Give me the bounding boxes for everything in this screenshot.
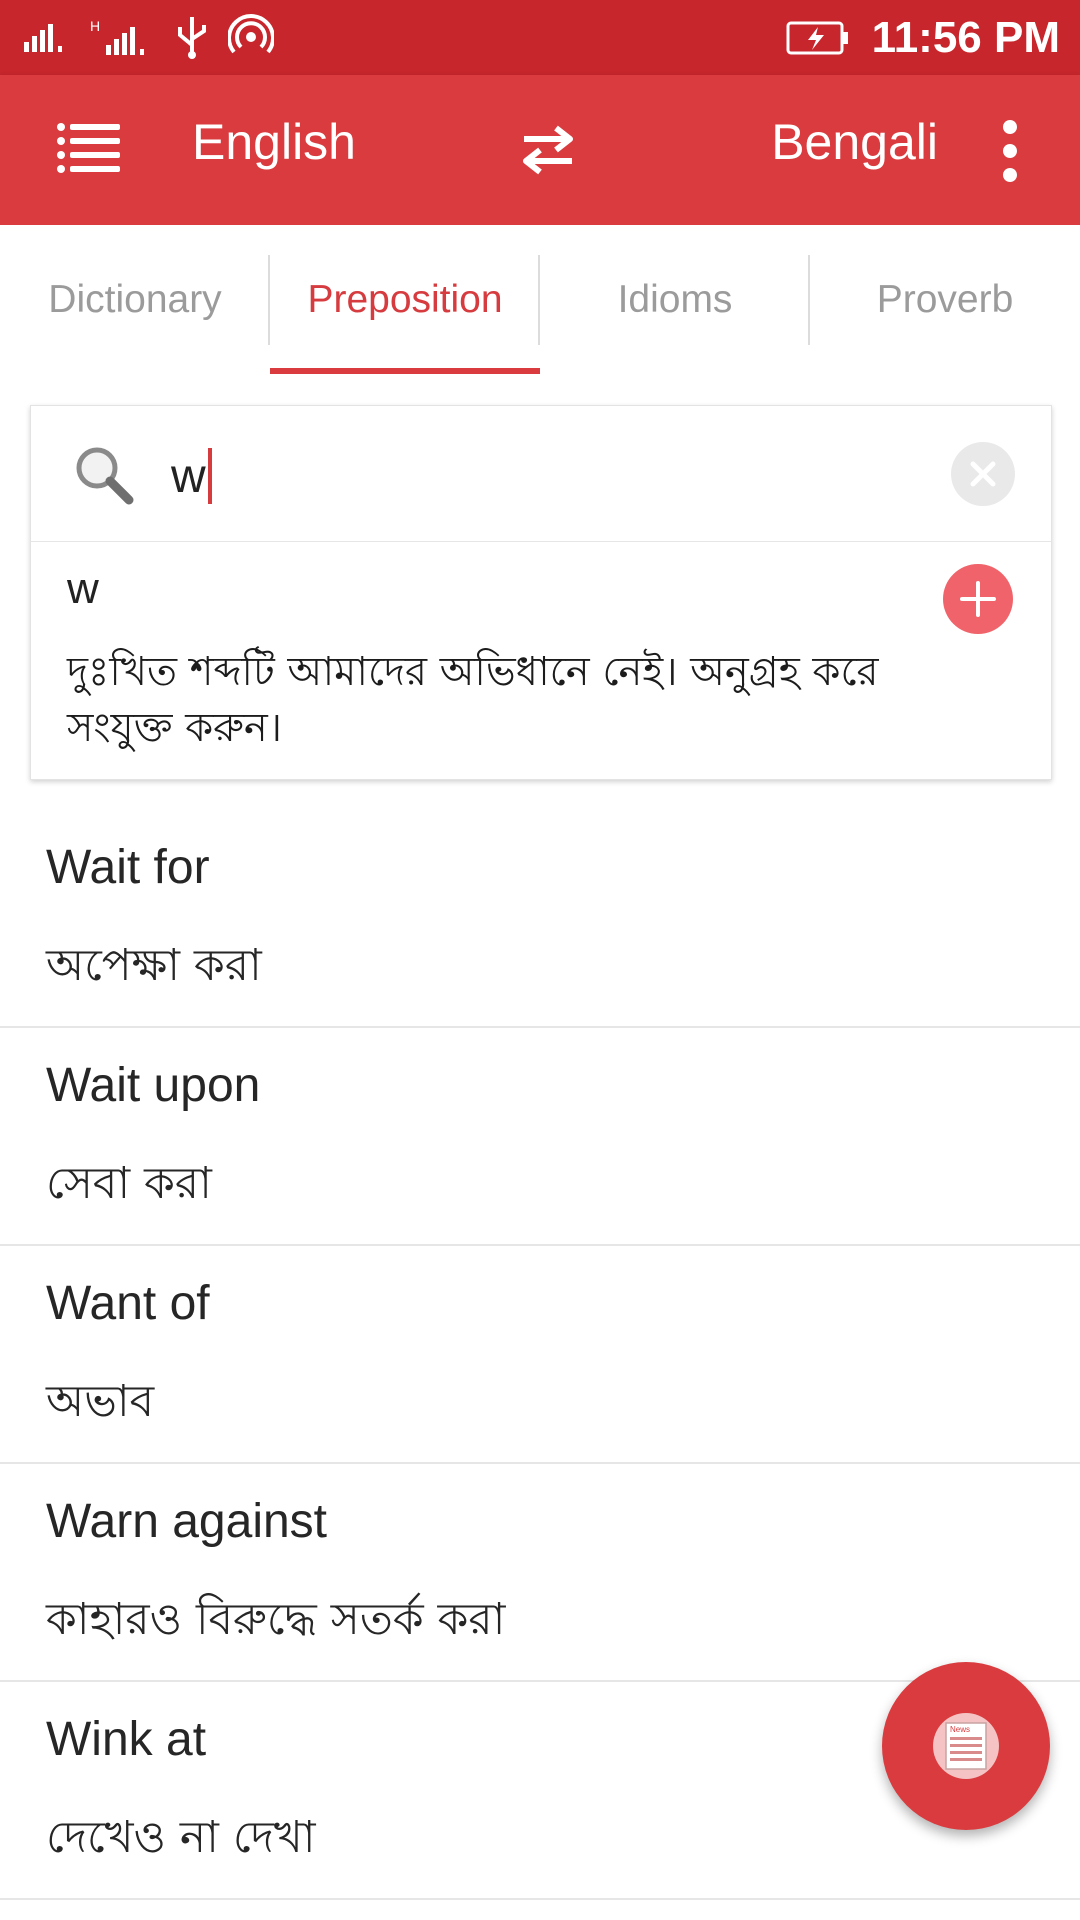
search-icon (76, 447, 134, 505)
item-title: Wait for (46, 841, 210, 894)
source-language[interactable]: English (192, 113, 356, 171)
status-bar-left: H (22, 14, 274, 60)
news-fab-button[interactable]: News (882, 1662, 1050, 1830)
search-bar: w (31, 406, 1051, 542)
hotspot-icon (228, 14, 274, 54)
add-word-button[interactable] (943, 564, 1013, 634)
item-title: Wink at (46, 1713, 207, 1766)
item-title: Warn against (46, 1495, 328, 1548)
item-title: Want of (46, 1277, 210, 1330)
item-meaning: দেখেও না দেখা (46, 1812, 316, 1863)
signal-2-icon: H (90, 18, 144, 55)
plus-icon (960, 581, 996, 617)
more-vert-icon (1003, 120, 1017, 182)
item-meaning: অভাব (46, 1376, 155, 1427)
swap-icon (523, 125, 573, 175)
tab-bar: Dictionary Preposition Idioms Proverb (0, 225, 1080, 375)
signal-1-icon (24, 24, 62, 52)
list-item[interactable]: Want of অভাব (0, 1246, 1080, 1464)
news-icon-badge: News (933, 1713, 999, 1779)
list-item[interactable]: Warn against কাহারও বিরুদ্ধে সতর্ক করা (0, 1464, 1080, 1682)
svg-text:H: H (90, 18, 100, 34)
news-icon-text: News (950, 1725, 970, 1734)
status-bar-right: 11:56 PM (786, 10, 1060, 66)
search-input[interactable]: w (171, 446, 771, 506)
item-title: Wait upon (46, 1059, 261, 1112)
tab-dictionary[interactable]: Dictionary (0, 225, 270, 375)
list-item[interactable]: Wait upon সেবা করা (0, 1028, 1080, 1246)
more-options-button[interactable] (990, 119, 1030, 183)
menu-icon (57, 123, 120, 173)
list-item[interactable]: Wait for অপেক্ষা করা (0, 810, 1080, 1028)
item-meaning: কাহারও বিরুদ্ধে সতর্ক করা (46, 1594, 506, 1645)
clear-search-button[interactable] (951, 442, 1015, 506)
search-card: w w দুঃখিত শব্দটি আমাদের অভিধানে নেই। অন… (30, 405, 1052, 780)
active-tab-indicator (270, 368, 540, 374)
swap-languages-button[interactable] (520, 123, 576, 177)
close-icon (970, 461, 996, 487)
battery-charging-icon (786, 21, 848, 55)
status-bar: H 11:56 PM (0, 0, 1080, 75)
tab-idioms[interactable]: Idioms (540, 225, 810, 375)
item-meaning: অপেক্ষা করা (46, 940, 262, 991)
app-bar: English Bengali (0, 75, 1080, 225)
tab-proverb[interactable]: Proverb (810, 225, 1080, 375)
target-language[interactable]: Bengali (771, 113, 938, 171)
status-time: 11:56 PM (871, 13, 1060, 62)
result-word: w (67, 564, 99, 613)
menu-button[interactable] (56, 121, 122, 177)
tab-preposition[interactable]: Preposition (270, 225, 540, 375)
item-meaning: সেবা করা (46, 1158, 212, 1209)
search-input-value: w (171, 449, 206, 503)
result-message: দুঃখিত শব্দটি আমাদের অভিধানে নেই। অনুগ্র… (67, 649, 879, 751)
usb-icon (178, 17, 206, 59)
news-icon: News (945, 1722, 987, 1770)
text-caret (207, 448, 212, 504)
